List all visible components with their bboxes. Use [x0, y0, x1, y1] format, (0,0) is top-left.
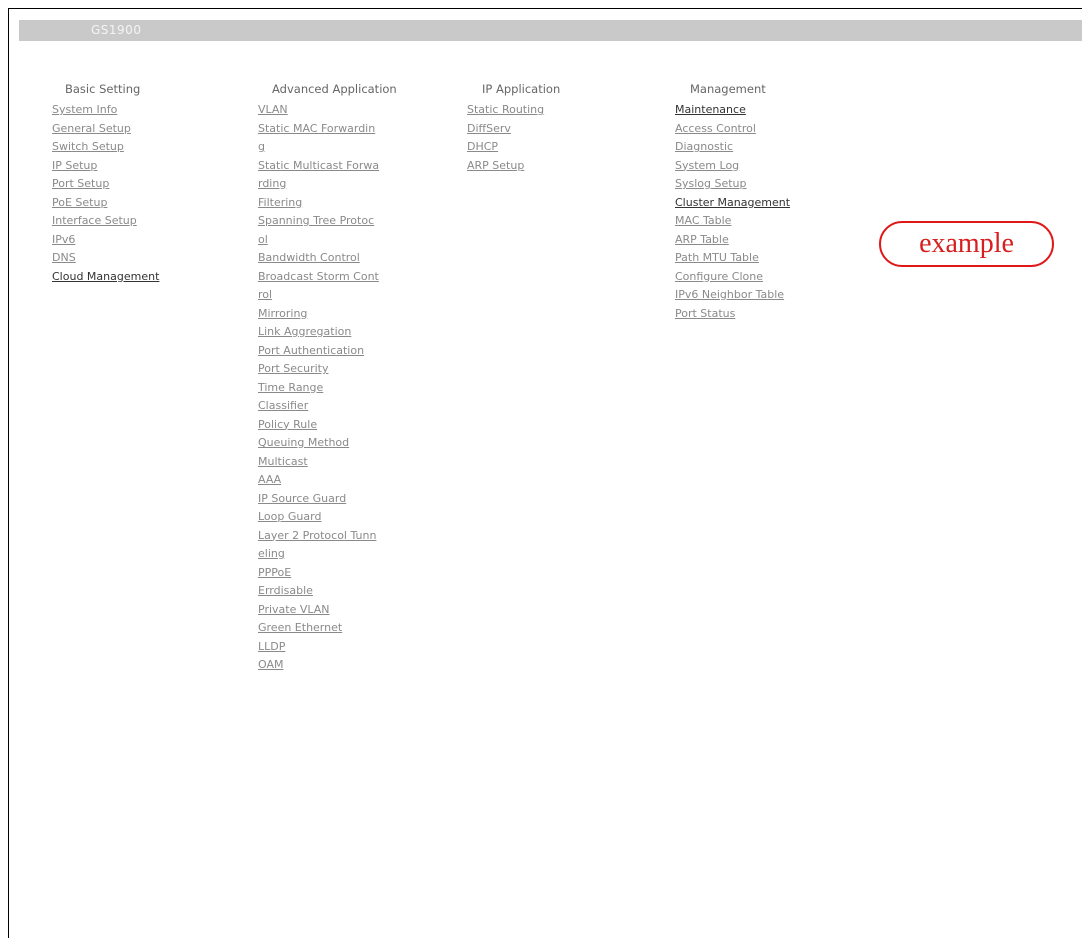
link-green-ethernet[interactable]: Green Ethernet: [258, 619, 397, 638]
advanced-application-heading: Advanced Application: [272, 82, 397, 96]
link-static-multicast-forwarding-wrap[interactable]: rding: [258, 175, 397, 194]
link-broadcast-storm-control[interactable]: Broadcast Storm Cont: [258, 268, 397, 287]
link-port-authentication[interactable]: Port Authentication: [258, 342, 397, 361]
link-static-routing[interactable]: Static Routing: [467, 101, 560, 120]
link-access-control[interactable]: Access Control: [675, 120, 790, 139]
link-aaa[interactable]: AAA: [258, 471, 397, 490]
link-cluster-management[interactable]: Cluster Management: [675, 194, 790, 213]
link-static-mac-forwarding-wrap[interactable]: g: [258, 138, 397, 157]
ip-application-column: IP Application Static Routing DiffServ D…: [467, 80, 560, 175]
link-ipv6-neighbor-table[interactable]: IPv6 Neighbor Table: [675, 286, 790, 305]
link-dhcp[interactable]: DHCP: [467, 138, 560, 157]
link-policy-rule[interactable]: Policy Rule: [258, 416, 397, 435]
link-ipv6[interactable]: IPv6: [52, 231, 159, 250]
link-diffserv[interactable]: DiffServ: [467, 120, 560, 139]
link-poe-setup[interactable]: PoE Setup: [52, 194, 159, 213]
link-general-setup[interactable]: General Setup: [52, 120, 159, 139]
management-column: Management Maintenance Access Control Di…: [675, 80, 790, 323]
management-heading: Management: [690, 82, 766, 96]
link-queuing-method[interactable]: Queuing Method: [258, 434, 397, 453]
link-static-mac-forwarding[interactable]: Static MAC Forwardin: [258, 120, 397, 139]
link-classifier[interactable]: Classifier: [258, 397, 397, 416]
title-bar: GS1900: [19, 20, 1082, 41]
link-ip-setup[interactable]: IP Setup: [52, 157, 159, 176]
link-lldp[interactable]: LLDP: [258, 638, 397, 657]
link-mirroring[interactable]: Mirroring: [258, 305, 397, 324]
link-private-vlan[interactable]: Private VLAN: [258, 601, 397, 620]
link-errdisable[interactable]: Errdisable: [258, 582, 397, 601]
link-interface-setup[interactable]: Interface Setup: [52, 212, 159, 231]
link-port-security[interactable]: Port Security: [258, 360, 397, 379]
link-bandwidth-control[interactable]: Bandwidth Control: [258, 249, 397, 268]
link-arp-table[interactable]: ARP Table: [675, 231, 790, 250]
link-layer2-protocol-tunneling-wrap[interactable]: eling: [258, 545, 397, 564]
link-time-range[interactable]: Time Range: [258, 379, 397, 398]
link-loop-guard[interactable]: Loop Guard: [258, 508, 397, 527]
link-oam[interactable]: OAM: [258, 656, 397, 675]
link-cloud-management[interactable]: Cloud Management: [52, 268, 159, 287]
link-broadcast-storm-control-wrap[interactable]: rol: [258, 286, 397, 305]
basic-setting-heading: Basic Setting: [65, 82, 141, 96]
link-arp-setup[interactable]: ARP Setup: [467, 157, 560, 176]
link-configure-clone[interactable]: Configure Clone: [675, 268, 790, 287]
link-diagnostic[interactable]: Diagnostic: [675, 138, 790, 157]
link-system-log[interactable]: System Log: [675, 157, 790, 176]
link-spanning-tree-protocol-wrap[interactable]: ol: [258, 231, 397, 250]
link-layer2-protocol-tunneling[interactable]: Layer 2 Protocol Tunn: [258, 527, 397, 546]
link-multicast[interactable]: Multicast: [258, 453, 397, 472]
link-maintenance[interactable]: Maintenance: [675, 101, 790, 120]
link-filtering[interactable]: Filtering: [258, 194, 397, 213]
link-switch-setup[interactable]: Switch Setup: [52, 138, 159, 157]
link-link-aggregation[interactable]: Link Aggregation: [258, 323, 397, 342]
link-static-multicast-forwarding[interactable]: Static Multicast Forwa: [258, 157, 397, 176]
link-ip-source-guard[interactable]: IP Source Guard: [258, 490, 397, 509]
advanced-application-column: Advanced Application VLAN Static MAC For…: [258, 80, 397, 675]
device-model-title: GS1900: [91, 23, 142, 37]
link-pppoe[interactable]: PPPoE: [258, 564, 397, 583]
basic-setting-column: Basic Setting System Info General Setup …: [52, 80, 159, 286]
link-dns[interactable]: DNS: [52, 249, 159, 268]
link-mac-table[interactable]: MAC Table: [675, 212, 790, 231]
link-syslog-setup[interactable]: Syslog Setup: [675, 175, 790, 194]
ip-application-heading: IP Application: [482, 82, 561, 96]
link-system-info[interactable]: System Info: [52, 101, 159, 120]
link-port-setup[interactable]: Port Setup: [52, 175, 159, 194]
link-port-status[interactable]: Port Status: [675, 305, 790, 324]
example-annotation-badge: example: [879, 221, 1054, 267]
link-vlan[interactable]: VLAN: [258, 101, 397, 120]
link-path-mtu-table[interactable]: Path MTU Table: [675, 249, 790, 268]
link-spanning-tree-protocol[interactable]: Spanning Tree Protoc: [258, 212, 397, 231]
